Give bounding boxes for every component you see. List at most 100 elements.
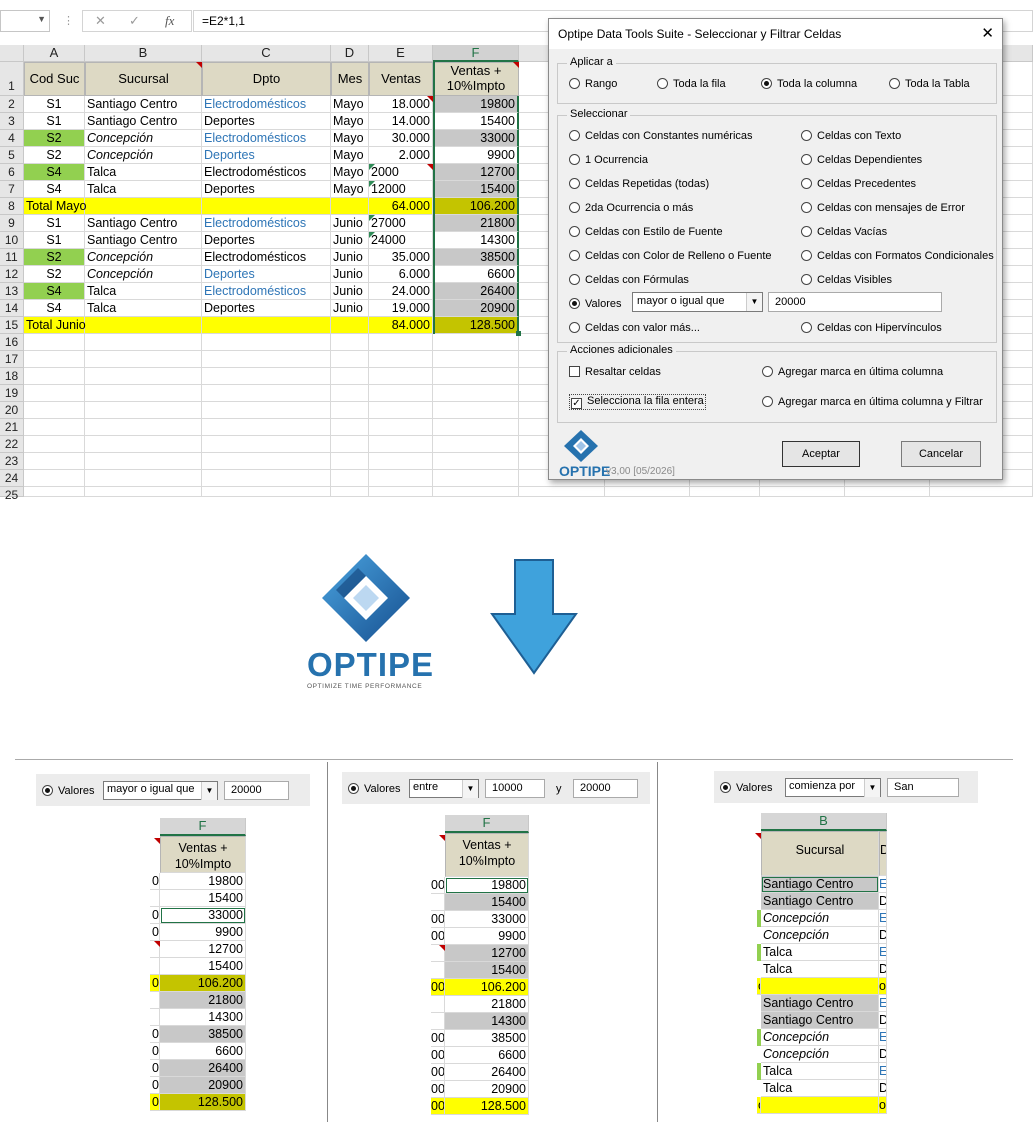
value-cell[interactable]: 128.500 [160, 1094, 246, 1111]
value-cell[interactable]: 12700 [160, 941, 246, 958]
value-cell[interactable]: Talca [761, 1063, 879, 1080]
row-header[interactable]: 19 [0, 385, 24, 402]
radio-marca-ultima[interactable]: Agregar marca en última columna [762, 366, 943, 378]
value-cell[interactable]: 26400 [160, 1060, 246, 1077]
neighbor-cell-fragment[interactable]: 00 [431, 1047, 445, 1064]
neighbor-cell-fragment[interactable]: E [879, 944, 887, 961]
cell-f7[interactable]: 15400 [433, 181, 519, 198]
neighbor-cell-fragment[interactable]: D [879, 1080, 887, 1097]
value-cell[interactable]: 6600 [445, 1047, 529, 1064]
neighbor-cell-fragment[interactable] [431, 962, 445, 979]
value-cell[interactable]: 26400 [445, 1064, 529, 1081]
row-header[interactable]: 9 [0, 215, 24, 232]
cell-d2[interactable]: Mayo [331, 96, 369, 113]
neighbor-cell-fragment[interactable] [150, 958, 160, 975]
cell-a8[interactable]: Total Mayo [24, 198, 86, 215]
cell-b5[interactable]: Concepción [85, 147, 202, 164]
cell-d8[interactable] [331, 198, 369, 215]
column-header-f[interactable]: F [433, 45, 519, 62]
cell-f9[interactable]: 21800 [433, 215, 519, 232]
header-cell[interactable]: Ventas + 10%Impto [445, 833, 529, 877]
row-header[interactable]: 5 [0, 147, 24, 164]
header-cell-next[interactable]: D [879, 831, 887, 876]
radio-toda-columna[interactable]: Toda la columna [761, 78, 857, 90]
neighbor-cell-fragment[interactable]: o [879, 1097, 887, 1114]
empty-cell[interactable] [433, 334, 519, 351]
cell-e11[interactable]: 35.000 [369, 249, 433, 266]
row-header[interactable]: 4 [0, 130, 24, 147]
cell-f8[interactable]: 106.200 [433, 198, 519, 215]
cell-c11[interactable]: Electrodomésticos [202, 249, 331, 266]
row-header[interactable]: 20 [0, 402, 24, 419]
empty-cell[interactable] [202, 487, 331, 497]
empty-cell[interactable] [331, 436, 369, 453]
neighbor-cell-fragment[interactable]: 00 [431, 1064, 445, 1081]
value-cell[interactable]: Santiago Centro [761, 1012, 879, 1029]
value-cell[interactable] [761, 978, 879, 995]
row-header[interactable]: 6 [0, 164, 24, 181]
empty-cell[interactable] [369, 453, 433, 470]
neighbor-cell-fragment[interactable]: D [879, 1012, 887, 1029]
total-label-fragment[interactable]: o [757, 978, 761, 995]
radio-option-left[interactable]: Celdas con Fórmulas [569, 274, 689, 286]
radio-option-left[interactable]: Celdas Repetidas (todas) [569, 178, 709, 190]
header-cell[interactable]: Sucursal [761, 831, 879, 876]
empty-cell[interactable] [202, 368, 331, 385]
select-all-corner[interactable] [0, 45, 24, 62]
value-cell[interactable]: 38500 [160, 1026, 246, 1043]
column-header-a[interactable]: A [24, 45, 85, 62]
empty-cell[interactable] [760, 487, 845, 497]
empty-cell[interactable] [369, 334, 433, 351]
cell-b15[interactable] [85, 317, 202, 334]
cell-c5[interactable]: Deportes [202, 147, 331, 164]
radio-marca-filtrar[interactable]: Agregar marca en última columna y Filtra… [762, 396, 983, 408]
radio-option-left[interactable]: Celdas con valor más... [569, 322, 700, 334]
radio-option-left[interactable]: Valores [569, 298, 621, 310]
empty-cell[interactable] [85, 402, 202, 419]
radio-option-left[interactable]: Celdas con Estilo de Fuente [569, 226, 723, 238]
radio-option-right[interactable]: Celdas con Hipervínculos [801, 322, 942, 334]
neighbor-cell-fragment[interactable] [150, 992, 160, 1009]
neighbor-cell-fragment[interactable]: 0 [150, 1077, 160, 1094]
neighbor-cell-fragment[interactable]: D [879, 1046, 887, 1063]
radio-option-left[interactable]: 2da Ocurrencia o más [569, 202, 693, 214]
value-cell[interactable]: 38500 [445, 1030, 529, 1047]
neighbor-cell-fragment[interactable]: 00 [431, 979, 445, 996]
cell-d14[interactable]: Junio [331, 300, 369, 317]
row-header[interactable]: 2 [0, 96, 24, 113]
radio-option-right[interactable]: Celdas Dependientes [801, 154, 922, 166]
neighbor-cell-fragment[interactable]: 0 [150, 907, 160, 924]
neighbor-cell-fragment[interactable]: 00 [431, 1030, 445, 1047]
empty-cell[interactable] [85, 470, 202, 487]
neighbor-cell-fragment[interactable]: 00 [431, 928, 445, 945]
empty-cell[interactable] [519, 487, 605, 497]
row-header[interactable]: 7 [0, 181, 24, 198]
cell-f15[interactable]: 128.500 [433, 317, 519, 334]
cell-d4[interactable]: Mayo [331, 130, 369, 147]
value-cell[interactable]: Concepción [761, 927, 879, 944]
empty-cell[interactable] [24, 487, 85, 497]
header-cell[interactable]: Sucursal [85, 62, 202, 96]
row-header[interactable]: 22 [0, 436, 24, 453]
cell-c4[interactable]: Electrodomésticos [202, 130, 331, 147]
column-header[interactable]: F [445, 815, 529, 833]
empty-cell[interactable] [85, 453, 202, 470]
cell-f6[interactable]: 12700 [433, 164, 519, 181]
radio-option-right[interactable]: Celdas con Formatos Condicionales [801, 250, 994, 262]
empty-cell[interactable] [433, 419, 519, 436]
cell-a15[interactable]: Total Junio [24, 317, 86, 334]
cell-e15[interactable]: 84.000 [369, 317, 433, 334]
neighbor-cell-fragment[interactable]: o [879, 978, 887, 995]
radio-option-right[interactable]: Celdas Visibles [801, 274, 892, 286]
value-cell[interactable]: 20900 [160, 1077, 246, 1094]
cell-d15[interactable] [331, 317, 369, 334]
cell-e9[interactable]: 27000 [369, 215, 433, 232]
cell-d6[interactable]: Mayo [331, 164, 369, 181]
cell-b11[interactable]: Concepción [85, 249, 202, 266]
check-fila-entera[interactable]: ✓ Selecciona la fila entera [569, 394, 706, 410]
empty-cell[interactable] [433, 368, 519, 385]
cell-f12[interactable]: 6600 [433, 266, 519, 283]
cell-b9[interactable]: Santiago Centro [85, 215, 202, 232]
empty-cell[interactable] [331, 419, 369, 436]
chevron-down-icon[interactable]: ▼ [201, 782, 217, 800]
